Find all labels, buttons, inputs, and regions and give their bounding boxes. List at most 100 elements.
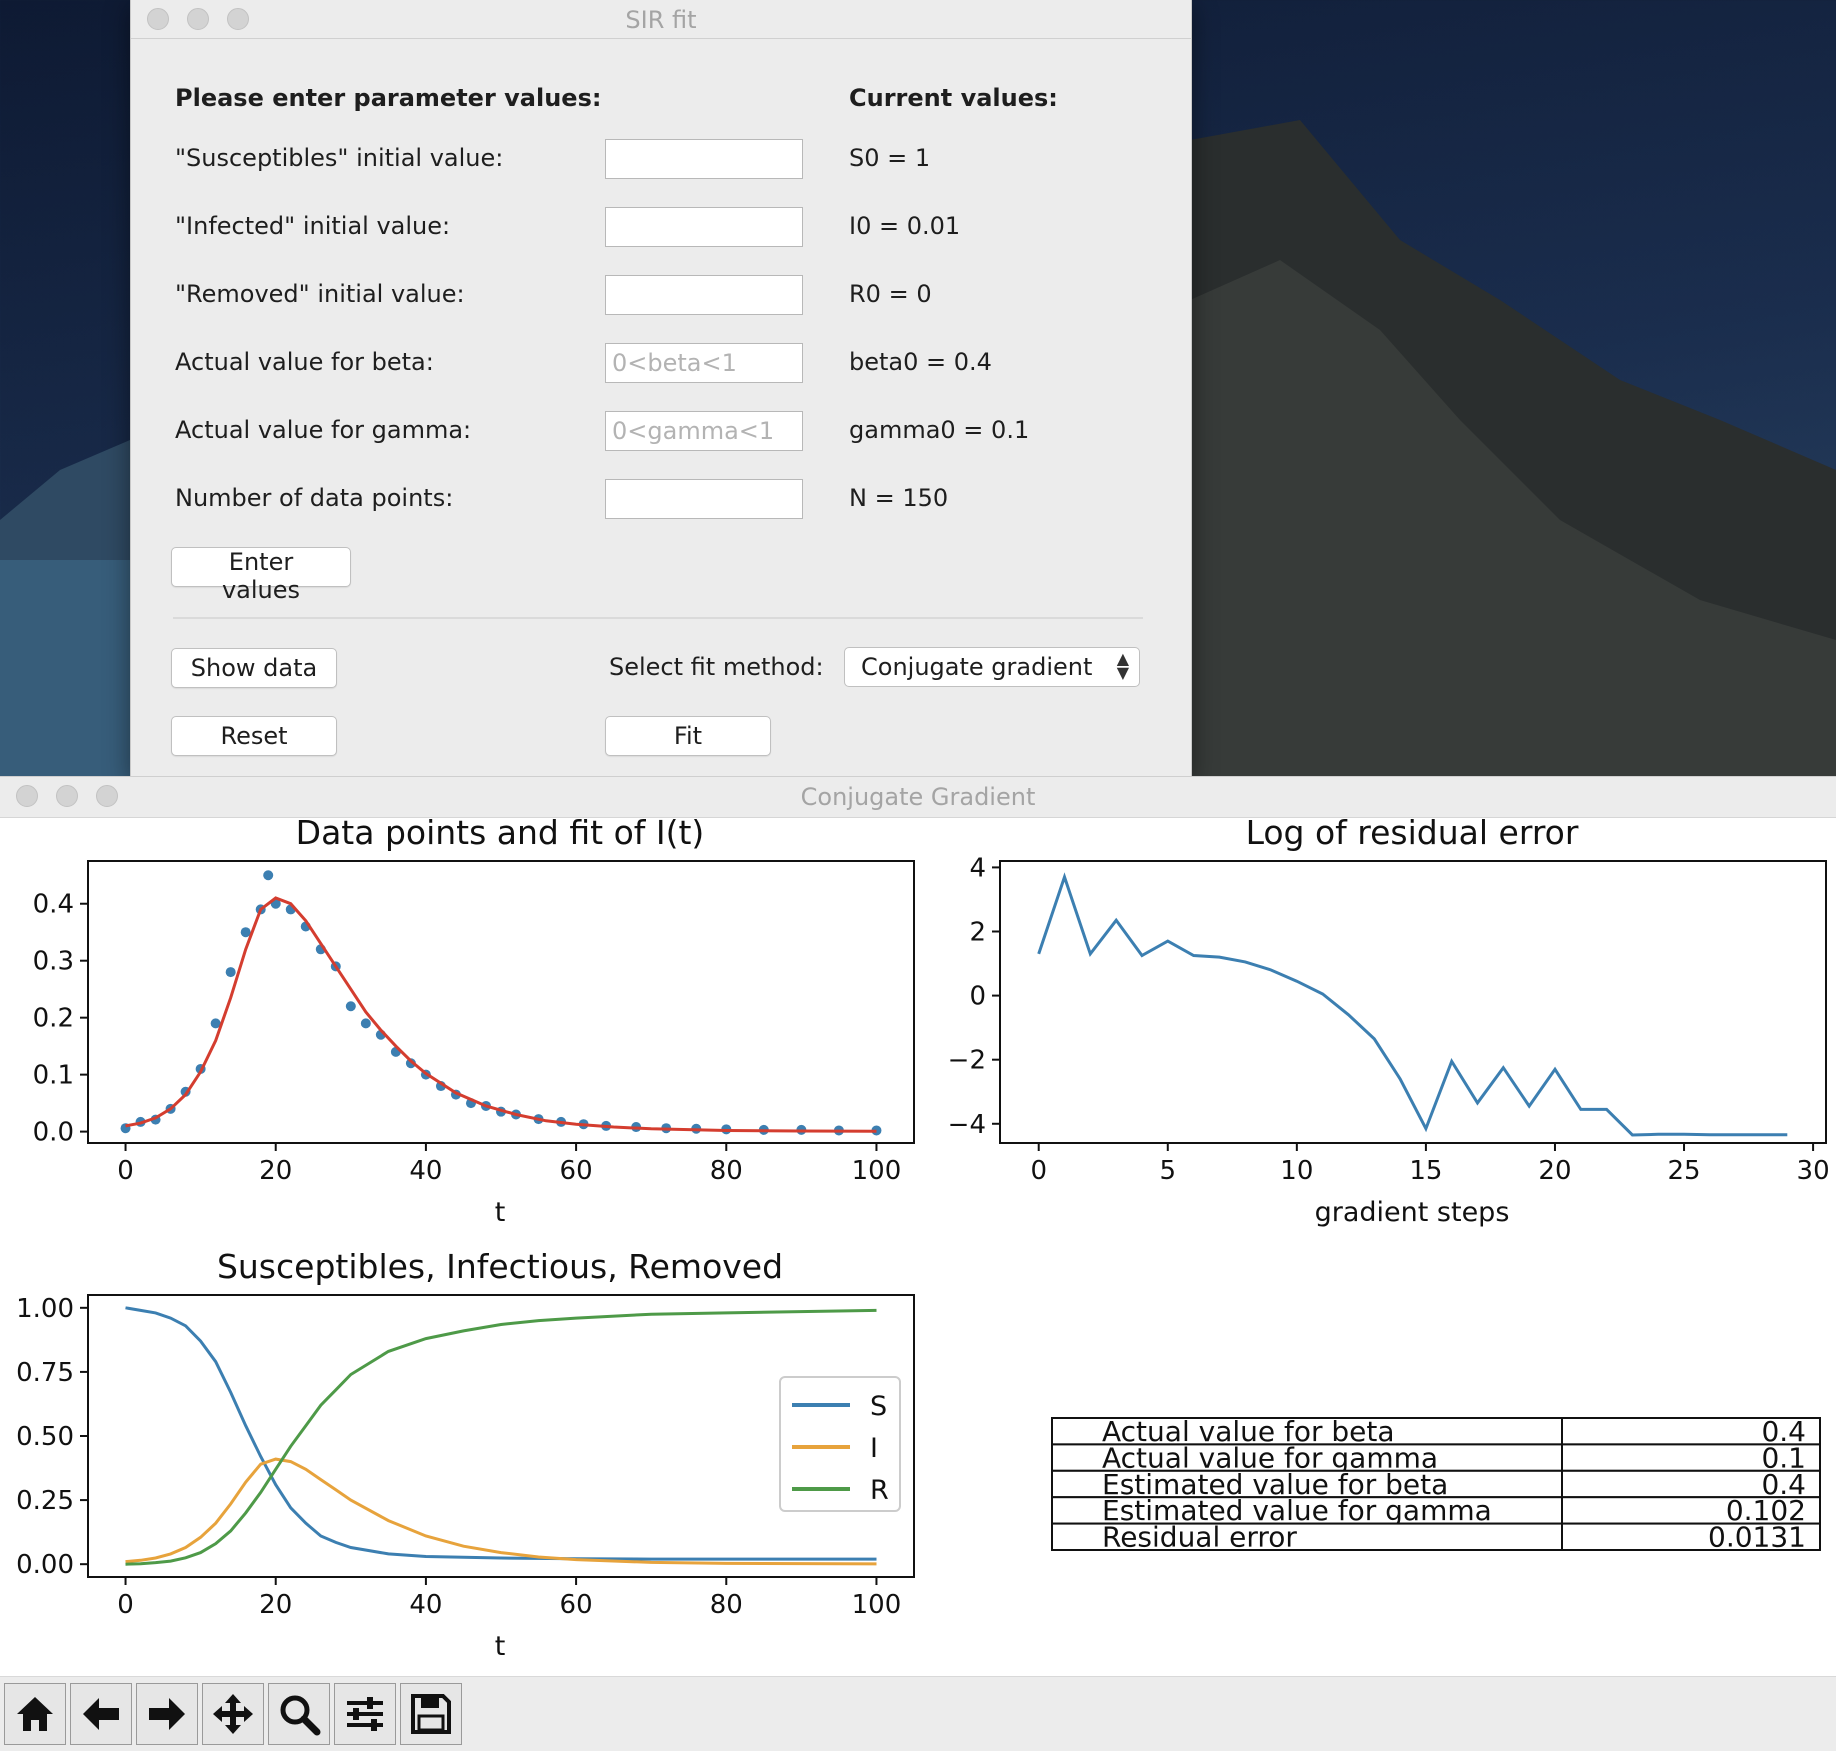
n-points-input[interactable]: [605, 479, 803, 519]
save-icon: [411, 1694, 451, 1734]
chart2-xtick-label: 100: [852, 1590, 902, 1620]
home-button[interactable]: [4, 1683, 66, 1745]
plot-toolbar: [0, 1676, 1836, 1751]
chart1-xtick-label: 5: [1160, 1156, 1177, 1186]
updown-chevron-icon: ▲ ▼: [1116, 649, 1129, 682]
i0-label: "Infected" initial value:: [175, 212, 451, 240]
chart-data-points-fit: Data points and fit of I(t) t 0 20 40 60 80 1…: [33, 817, 915, 1228]
chart2-legend-label-I: I: [870, 1433, 878, 1464]
chart1-ytick-label: 2: [969, 918, 986, 948]
back-arrow-icon: [83, 1698, 119, 1730]
chart1-xlabel: gradient steps: [1315, 1197, 1510, 1228]
chart2-ytick-label: 0.25: [16, 1486, 74, 1516]
chart2-xtick-label: 60: [560, 1590, 593, 1620]
chart1-xtick-label: 25: [1667, 1156, 1700, 1186]
fit-method-label: Select fit method:: [609, 653, 824, 681]
chart0-ytick-label: 0.3: [33, 947, 74, 977]
beta-label: Actual value for beta:: [175, 348, 434, 376]
sir-titlebar: SIR fit: [131, 0, 1191, 39]
s0-label: "Susceptibles" initial value:: [175, 144, 504, 172]
sir-window-title: SIR fit: [625, 6, 697, 34]
pan-icon: [213, 1694, 253, 1734]
pan-button[interactable]: [202, 1683, 264, 1745]
chart2-xtick-label: 0: [117, 1590, 134, 1620]
chart1-ytick-label: 0: [969, 982, 986, 1012]
chart0-xtick-label: 60: [560, 1156, 593, 1186]
chart2-legend-label-R: R: [870, 1475, 889, 1506]
n-points-current: N = 150: [849, 484, 949, 512]
chart2-legend-label-S: S: [870, 1391, 887, 1422]
section-divider: [173, 617, 1143, 619]
chart-sir-curves: Susceptibles, Infectious, Removed t 0 20 4…: [16, 1247, 915, 1662]
configure-subplots-button[interactable]: [334, 1683, 396, 1745]
chart1-xtick-label: 15: [1409, 1156, 1442, 1186]
chart0-ytick-label: 0.0: [33, 1118, 74, 1148]
s0-input[interactable]: [605, 139, 803, 179]
home-icon: [17, 1697, 53, 1731]
chart-log-residual: Log of residual error gradient steps 0 5 1…: [948, 817, 1830, 1228]
chart1-xtick-label: 20: [1538, 1156, 1571, 1186]
chart0-data-point: [225, 967, 236, 978]
show-data-button[interactable]: Show data: [171, 648, 337, 688]
table-row-value: 0.0131: [1708, 1521, 1806, 1554]
chart0-xlabel: t: [495, 1197, 506, 1228]
i0-input[interactable]: [605, 207, 803, 247]
matplotlib-figure[interactable]: Data points and fit of I(t) t 0 20 40 60 80 1…: [0, 817, 1836, 1677]
chart0-xtick-label: 0: [117, 1156, 134, 1186]
cg-window-title: Conjugate Gradient: [800, 783, 1036, 811]
r0-label: "Removed" initial value:: [175, 280, 465, 308]
chart0-ytick-label: 0.4: [33, 890, 74, 920]
forward-button[interactable]: [136, 1683, 198, 1745]
chart0-data-point: [360, 1018, 371, 1029]
beta-current: beta0 = 0.4: [849, 348, 992, 376]
i0-current: I0 = 0.01: [849, 212, 961, 240]
chart0-xtick-label: 80: [710, 1156, 743, 1186]
gamma-current: gamma0 = 0.1: [849, 416, 1030, 444]
chart0-data-point: [263, 870, 274, 881]
current-values-header: Current values:: [849, 84, 1058, 112]
chart1-xtick-label: 30: [1797, 1156, 1830, 1186]
chart1-ytick-label: 4: [969, 853, 986, 883]
chart1-ytick-label: −2: [948, 1046, 986, 1076]
enter-values-button[interactable]: Enter values: [171, 547, 351, 604]
table-row-label: Residual error: [1102, 1521, 1297, 1554]
params-header: Please enter parameter values:: [175, 84, 602, 112]
save-button[interactable]: [400, 1683, 462, 1745]
configure-subplots-icon: [347, 1697, 383, 1731]
fit-method-select[interactable]: Conjugate gradient ▲ ▼: [844, 647, 1140, 687]
chart0-xtick-label: 20: [259, 1156, 292, 1186]
forward-arrow-icon: [149, 1698, 185, 1730]
chart0-title: Data points and fit of I(t): [296, 817, 705, 852]
beta-input[interactable]: [605, 343, 803, 383]
chart2-xtick-label: 80: [710, 1590, 743, 1620]
chart1-xtick-label: 0: [1030, 1156, 1047, 1186]
results-table: Actual value for beta 0.4Actual value for…: [1051, 1415, 1821, 1554]
chart0-xtick-label: 40: [409, 1156, 442, 1186]
chart1-xtick-label: 10: [1280, 1156, 1313, 1186]
chart2-ytick-label: 0.50: [16, 1422, 74, 1452]
reset-button[interactable]: Reset: [171, 716, 337, 756]
chart0-data-point: [240, 927, 251, 938]
back-button[interactable]: [70, 1683, 132, 1745]
cg-titlebar: Conjugate Gradient: [0, 777, 1836, 818]
sir-fit-window: SIR fit Please enter parameter values: C…: [130, 0, 1192, 777]
fit-method-value: Conjugate gradient: [861, 653, 1093, 681]
chart1-ytick-label: −4: [948, 1110, 986, 1140]
r0-input[interactable]: [605, 275, 803, 315]
chart2-xlabel: t: [495, 1631, 506, 1662]
chart0-xtick-label: 100: [852, 1156, 902, 1186]
conjugate-gradient-window: Conjugate Gradient Data points and fit o…: [0, 776, 1836, 1751]
gamma-input[interactable]: [605, 411, 803, 451]
chart0-ytick-label: 0.1: [33, 1061, 74, 1091]
zoom-button[interactable]: [268, 1683, 330, 1745]
chart1-title: Log of residual error: [1246, 817, 1579, 852]
chart0-ytick-label: 0.2: [33, 1004, 74, 1034]
chart2-ytick-label: 0.75: [16, 1358, 74, 1388]
zoom-icon: [280, 1695, 321, 1736]
chart2-title: Susceptibles, Infectious, Removed: [217, 1247, 783, 1286]
chart2-ytick-label: 1.00: [16, 1294, 74, 1324]
chart2-ytick-label: 0.00: [16, 1550, 74, 1580]
fit-button[interactable]: Fit: [605, 716, 771, 756]
gamma-label: Actual value for gamma:: [175, 416, 472, 444]
n-points-label: Number of data points:: [175, 484, 454, 512]
